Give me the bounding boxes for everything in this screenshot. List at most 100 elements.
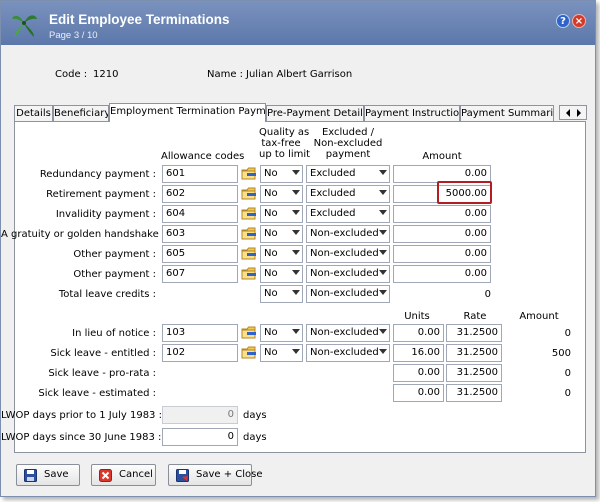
allowance-code-input[interactable]: 607 <box>162 265 238 283</box>
floppy-disk-icon <box>24 469 37 482</box>
allowance-code-input[interactable]: 605 <box>162 245 238 263</box>
leave-quality-select[interactable]: No <box>260 344 303 362</box>
tab-scroll-left-icon[interactable] <box>566 109 570 117</box>
lookup-folder-icon[interactable] <box>241 187 257 201</box>
leave-excluded-select[interactable]: Non-excluded <box>306 344 390 362</box>
help-icon[interactable]: ? <box>556 14 570 28</box>
highlight-box <box>437 181 492 204</box>
payment-quality-value: No <box>264 208 278 219</box>
lwop-prior-input[interactable]: 0 <box>162 406 238 424</box>
payment-quality-select[interactable]: No <box>260 185 303 203</box>
total-leave-quality-select[interactable]: No <box>260 285 303 303</box>
payment-quality-select[interactable]: No <box>260 265 303 283</box>
leave-units-input[interactable]: 16.00 <box>393 344 444 362</box>
payment-quality-value: No <box>264 248 278 259</box>
tab-beneficiary[interactable]: Beneficiary <box>53 105 109 122</box>
payment-excluded-select[interactable]: Excluded <box>306 185 390 203</box>
lwop-since-input[interactable]: 0 <box>162 428 238 446</box>
employee-name: Julian Albert Garrison <box>246 69 353 80</box>
allowance-code-input[interactable]: 603 <box>162 225 238 243</box>
lookup-folder-icon[interactable] <box>241 267 257 281</box>
tab-pre-payment-details[interactable]: Pre-Payment Details <box>266 105 364 122</box>
chevron-down-icon <box>292 250 300 255</box>
chevron-down-icon <box>379 349 387 354</box>
payment-quality-select[interactable]: No <box>260 205 303 223</box>
lookup-folder-icon[interactable] <box>241 207 257 221</box>
leave-rate-input[interactable]: 31.2500 <box>446 384 502 402</box>
chevron-down-icon <box>292 230 300 235</box>
payment-excluded-select[interactable]: Excluded <box>306 165 390 183</box>
chevron-down-icon <box>292 290 300 295</box>
page-indicator: Page 3 / 10 <box>49 30 98 41</box>
quality-header: Quality as tax-free up to limit <box>259 127 310 160</box>
leave-code-input[interactable]: 103 <box>162 324 238 342</box>
save-button-label: Save <box>44 469 69 480</box>
payment-amount-input[interactable]: 0.00 <box>393 205 491 223</box>
leave-code-input[interactable]: 102 <box>162 344 238 362</box>
payment-amount-input[interactable]: 0.00 <box>393 225 491 243</box>
lwop-since-label: LWOP days since 30 June 1983 : <box>1 432 162 443</box>
lookup-folder-icon[interactable] <box>241 247 257 261</box>
payment-excluded-select[interactable]: Non-excluded <box>306 225 390 243</box>
leave-rate-input[interactable]: 31.2500 <box>446 364 502 382</box>
payment-excluded-value: Excluded <box>310 168 356 179</box>
close-icon[interactable]: × <box>572 14 586 28</box>
lookup-folder-icon[interactable] <box>241 227 257 241</box>
tab-employment-termination-payments[interactable]: Employment Termination Payments <box>109 103 266 122</box>
tab-payment-instructions[interactable]: Payment Instructions <box>364 105 460 122</box>
payment-excluded-select[interactable]: Non-excluded <box>306 245 390 263</box>
total-leave-excluded-select[interactable]: Non-excluded <box>306 285 390 303</box>
tab-scroll-right-icon[interactable] <box>577 109 581 117</box>
title-bar: Edit Employee Terminations Page 3 / 10 ?… <box>1 1 595 45</box>
allowance-codes-header: Allowance codes <box>161 151 245 162</box>
payment-quality-select[interactable]: No <box>260 245 303 263</box>
tab-payment-summaries[interactable]: Payment Summaries <box>460 105 554 122</box>
leave-units-input[interactable]: 0.00 <box>393 384 444 402</box>
lookup-folder-icon[interactable] <box>241 326 257 340</box>
leave-amount: 0 <box>564 388 571 399</box>
total-leave-quality-value: No <box>264 288 278 299</box>
payment-excluded-select[interactable]: Excluded <box>306 205 390 223</box>
lookup-folder-icon[interactable] <box>241 167 257 181</box>
leave-label: Sick leave - estimated : <box>38 388 156 399</box>
total-leave-amount: 0 <box>484 289 491 300</box>
save-close-button-label: Save + Close <box>196 469 263 480</box>
payment-excluded-value: Excluded <box>310 188 356 199</box>
tab-details[interactable]: Details <box>14 105 53 122</box>
leave-units-input[interactable]: 0.00 <box>393 324 444 342</box>
payment-amount-input[interactable]: 0.00 <box>393 245 491 263</box>
chevron-down-icon <box>292 170 300 175</box>
payment-quality-select[interactable]: No <box>260 165 303 183</box>
payment-excluded-select[interactable]: Non-excluded <box>306 265 390 283</box>
chevron-down-icon <box>292 329 300 334</box>
excluded-header: Excluded / Non-excluded payment <box>306 127 390 160</box>
leave-quality-select[interactable]: No <box>260 324 303 342</box>
leave-quality-value: No <box>264 347 278 358</box>
payment-label: Redundancy payment : <box>39 169 156 180</box>
chevron-down-icon <box>379 190 387 195</box>
cancel-button[interactable]: Cancel <box>91 464 156 486</box>
app-logo-icon <box>12 15 37 37</box>
leave-units-input[interactable]: 0.00 <box>393 364 444 382</box>
payment-quality-value: No <box>264 268 278 279</box>
allowance-code-input[interactable]: 602 <box>162 185 238 203</box>
cancel-button-label: Cancel <box>119 469 153 480</box>
window-title: Edit Employee Terminations <box>49 12 230 27</box>
tab-strip: Details Beneficiary Employment Terminati… <box>14 103 586 122</box>
payment-label: Other payment : <box>73 269 156 280</box>
payment-quality-select[interactable]: No <box>260 225 303 243</box>
lookup-folder-icon[interactable] <box>241 346 257 360</box>
leave-excluded-select[interactable]: Non-excluded <box>306 324 390 342</box>
payment-amount-input[interactable]: 0.00 <box>393 265 491 283</box>
save-button[interactable]: Save <box>16 464 80 486</box>
leave-rate-input[interactable]: 31.2500 <box>446 324 502 342</box>
chevron-down-icon <box>379 270 387 275</box>
payment-label: Invalidity payment : <box>55 209 156 220</box>
save-close-button[interactable]: Save + Close <box>168 464 263 486</box>
excluded-header-line2: Non-excluded <box>313 138 383 149</box>
edit-employee-terminations-window: Edit Employee Terminations Page 3 / 10 ?… <box>0 0 596 497</box>
leave-rate-input[interactable]: 31.2500 <box>446 344 502 362</box>
allowance-code-input[interactable]: 604 <box>162 205 238 223</box>
tab-scroll-arrows <box>559 105 587 120</box>
allowance-code-input[interactable]: 601 <box>162 165 238 183</box>
